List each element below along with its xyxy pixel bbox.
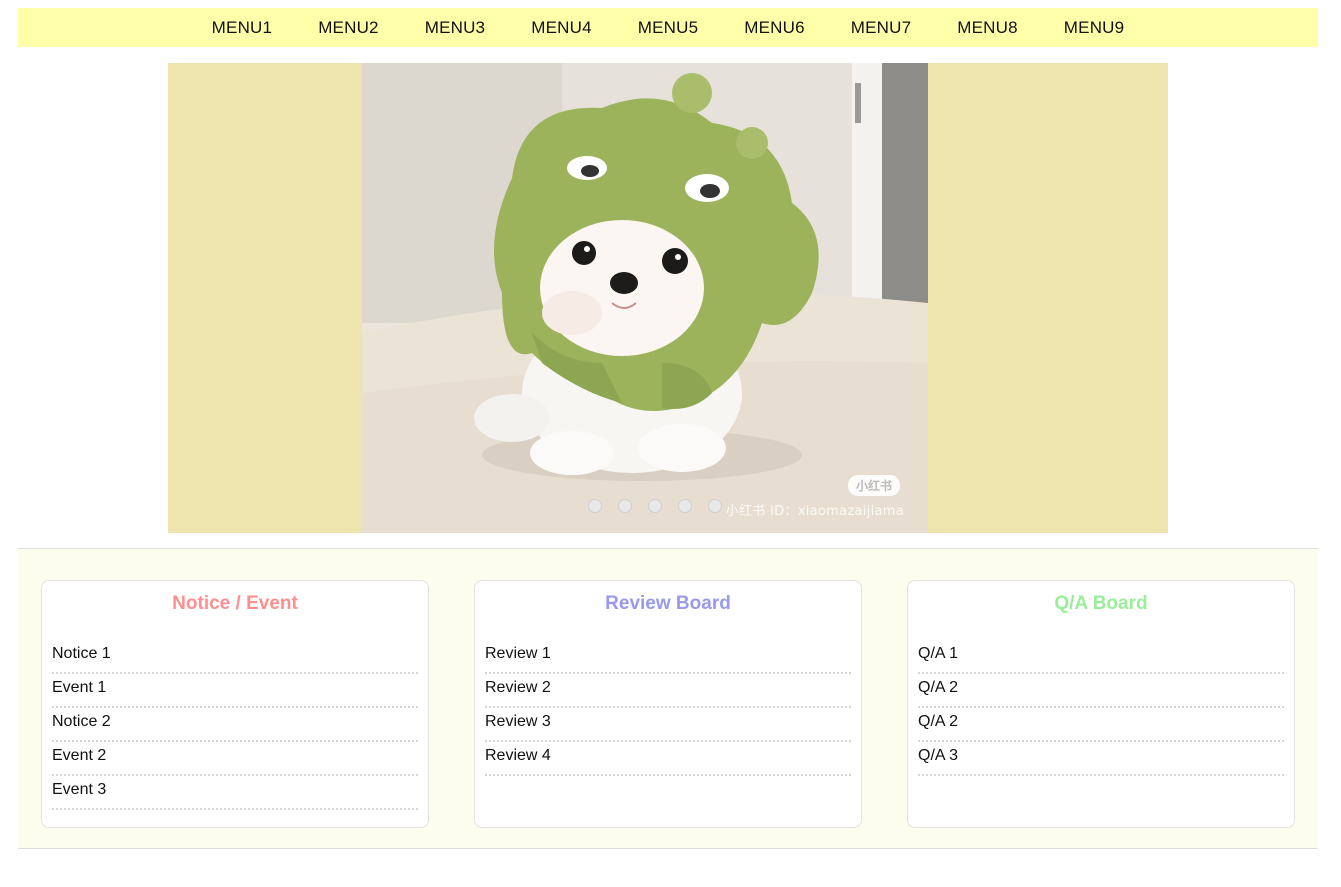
menu-item-2[interactable]: MENU2	[295, 18, 402, 38]
slide-image-puppy-in-frog-hat: 小红书 小红书 ID：xiaomazaijiama	[362, 63, 928, 533]
top-menu-bar: MENU1 MENU2 MENU3 MENU4 MENU5 MENU6 MENU…	[18, 8, 1318, 47]
slider-dot-4[interactable]	[678, 499, 692, 513]
watermark-text: 小红书 ID：xiaomazaijiama	[725, 504, 904, 519]
notice-event-board: Notice / Event Notice 1 Event 1 Notice 2…	[41, 580, 429, 828]
list-item[interactable]: Notice 1	[52, 641, 418, 674]
slider-dot-5[interactable]	[708, 499, 722, 513]
list-item[interactable]: Review 3	[485, 709, 851, 742]
list-item[interactable]: Event 2	[52, 743, 418, 776]
list-item[interactable]: Review 4	[485, 743, 851, 776]
image-slider: 小红书 小红书 ID：xiaomazaijiama	[168, 63, 1168, 533]
menu-item-6[interactable]: MENU6	[721, 18, 828, 38]
list-item[interactable]: Q/A 2	[918, 675, 1284, 708]
slider-dot-3[interactable]	[648, 499, 662, 513]
list-item[interactable]: Q/A 2	[918, 709, 1284, 742]
board-title-notice-event: Notice / Event	[172, 593, 298, 614]
slider-dot-1[interactable]	[588, 499, 602, 513]
review-board: Review Board Review 1 Review 2 Review 3 …	[474, 580, 862, 828]
list-item[interactable]: Review 2	[485, 675, 851, 708]
menu-item-9[interactable]: MENU9	[1041, 18, 1148, 38]
slider-dot-2[interactable]	[618, 499, 632, 513]
list-item[interactable]: Event 1	[52, 675, 418, 708]
board-list: Review 1 Review 2 Review 3 Review 4	[485, 641, 851, 776]
menu-item-1[interactable]: MENU1	[189, 18, 296, 38]
menu-item-3[interactable]: MENU3	[402, 18, 509, 38]
puppy-illustration	[362, 63, 928, 533]
board-list: Q/A 1 Q/A 2 Q/A 2 Q/A 3	[918, 641, 1284, 776]
watermark-badge: 小红书	[847, 475, 900, 496]
qa-board: Q/A Board Q/A 1 Q/A 2 Q/A 2 Q/A 3	[907, 580, 1295, 828]
list-item[interactable]: Q/A 1	[918, 641, 1284, 674]
list-item[interactable]: Review 1	[485, 641, 851, 674]
board-title-review: Review Board	[605, 593, 731, 614]
boards-section: Notice / Event Notice 1 Event 1 Notice 2…	[18, 548, 1318, 849]
menu-item-4[interactable]: MENU4	[508, 18, 615, 38]
slider-pagination	[588, 499, 722, 513]
menu-item-8[interactable]: MENU8	[934, 18, 1041, 38]
menu-item-5[interactable]: MENU5	[615, 18, 722, 38]
list-item[interactable]: Notice 2	[52, 709, 418, 742]
menu-item-7[interactable]: MENU7	[828, 18, 935, 38]
list-item[interactable]: Q/A 3	[918, 743, 1284, 776]
board-title-qa: Q/A Board	[1054, 593, 1148, 614]
list-item[interactable]: Event 3	[52, 777, 418, 810]
board-list: Notice 1 Event 1 Notice 2 Event 2 Event …	[52, 641, 418, 810]
